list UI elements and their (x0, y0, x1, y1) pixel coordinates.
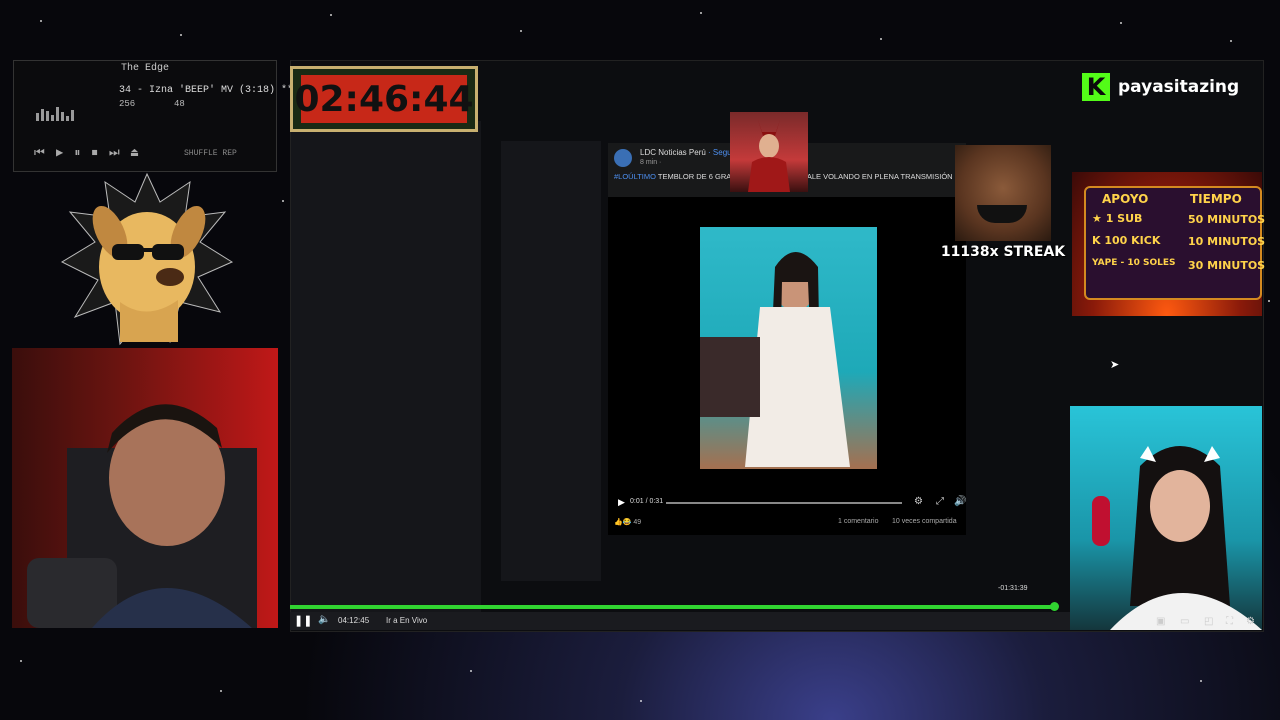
support-row: YAPE - 10 SOLES 30 MINUTOS (1090, 256, 1265, 276)
overlay-image-character (730, 112, 808, 192)
background-sidebar (291, 121, 481, 621)
elapsed-time: 04:12:45 (338, 616, 370, 625)
fullscreen-icon[interactable]: ⤢ (936, 496, 944, 507)
support-row-value: 30 MINUTOS (1188, 259, 1266, 272)
winamp-track: 34 - Izna 'BEEP' MV (3:18) *** 3 (119, 85, 312, 96)
settings-icon[interactable]: ⚙ (914, 496, 923, 507)
pip-icon[interactable]: ▣ (1156, 616, 1165, 627)
background-panel (501, 141, 601, 581)
volume-icon[interactable]: 🔊 (954, 496, 966, 507)
facebook-post: LDC Noticias Perú · Seguir 8 min · #LOÚL… (608, 143, 966, 535)
webcam-streamer (12, 348, 278, 628)
meme-face-image (955, 145, 1051, 241)
winamp-khz: 48 (174, 99, 185, 109)
support-row-value: 50 MINUTOS (1188, 213, 1266, 226)
support-row-label: ★ 1 SUB (1092, 212, 1143, 225)
progress-knob[interactable] (1050, 602, 1059, 611)
winamp-mode[interactable]: SHUFFLE REP (184, 149, 237, 158)
winamp-kbps: 256 (119, 99, 136, 109)
winamp-visualizer (34, 101, 114, 121)
page-avatar[interactable] (614, 149, 632, 167)
support-row-label: YAPE - 10 SOLES (1092, 258, 1176, 268)
webcam-guest (1070, 406, 1262, 630)
support-row-label: K 100 KICK (1092, 234, 1161, 247)
comments-count[interactable]: 1 comentario (838, 518, 878, 525)
post-video[interactable] (700, 227, 877, 469)
support-panel: APOYO TIEMPO ★ 1 SUB 50 MINUTOS K 100 KI… (1084, 186, 1265, 300)
support-row: ★ 1 SUB 50 MINUTOS (1090, 210, 1265, 230)
support-row: K 100 KICK 10 MINUTOS (1090, 232, 1265, 252)
stream-progress-bar[interactable] (290, 605, 1054, 609)
reactions[interactable]: 👍😂 49 (614, 518, 641, 526)
kick-branding: K payasitazing (1082, 73, 1252, 105)
player-control-bar: ❚❚ 🔈 04:12:45 Ir a En Vivo (290, 612, 1070, 630)
dog-sunglasses-logo (60, 172, 235, 347)
timer-value: 02:46:44 (294, 75, 474, 123)
meme-mouth (977, 205, 1027, 223)
page-name[interactable]: LDC Noticias Perú · Seguir (640, 148, 736, 157)
remaining-time: -01:31:39 (998, 585, 1028, 592)
countdown-timer: 02:46:44 (290, 66, 478, 132)
video-seek-bar[interactable] (666, 502, 902, 504)
settings-icon[interactable]: ⚙ (1246, 616, 1255, 627)
support-row-value: 10 MINUTOS (1188, 235, 1266, 248)
video-time: 0:01 / 0:31 (630, 498, 664, 505)
support-time-table: APOYO TIEMPO ★ 1 SUB 50 MINUTOS K 100 KI… (1072, 172, 1265, 316)
support-header-left: APOYO (1102, 192, 1149, 206)
video-controls: ▶ 0:01 / 0:31 ⚙ ⤢ 🔊 (614, 495, 966, 511)
post-hashtag[interactable]: #LOÚLTIMO (614, 172, 656, 181)
volume-icon[interactable]: 🔈 (318, 614, 330, 625)
pause-icon[interactable]: ❚❚ (294, 614, 312, 627)
cursor-icon: ➤ (1110, 359, 1120, 371)
go-live-button[interactable]: Ir a En Vivo (386, 616, 427, 625)
support-header-right: TIEMPO (1190, 192, 1242, 206)
player-right-controls: ▣ ▭ ◰ ⛶ ⚙ (1150, 616, 1262, 630)
streak-label: 11138x STREAK (940, 244, 1066, 260)
theater-icon[interactable]: ▭ (1180, 616, 1189, 627)
winamp-title: The Edge (120, 63, 169, 74)
play-icon[interactable]: ▶ (618, 497, 625, 508)
kick-logo-icon: K (1082, 73, 1110, 101)
winamp-player: The Edge 34 - Izna 'BEEP' MV (3:18) *** … (13, 60, 311, 172)
fullscreen-icon[interactable]: ⛶ (1226, 616, 1233, 627)
post-time: 8 min · (640, 159, 662, 166)
winamp-controls[interactable]: ⏮ ▶ ⏸ ⏹ ⏭ ⏏ (34, 145, 140, 160)
miniplayer-icon[interactable]: ◰ (1204, 616, 1213, 627)
shares-count[interactable]: 10 veces compartida (892, 518, 957, 525)
channel-name: payasitazing (1118, 77, 1240, 97)
